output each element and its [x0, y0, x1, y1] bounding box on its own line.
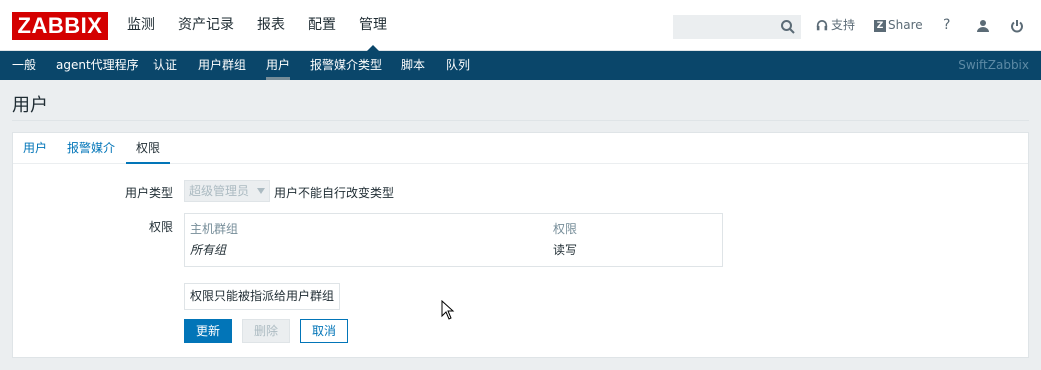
top-bar: ZABBIX 监测 资产记录 报表 配置 管理 支持 Z Share ? — [0, 0, 1041, 51]
main-menu-monitoring[interactable]: 监测 — [127, 0, 155, 51]
sub-menu-user-groups[interactable]: 用户群组 — [198, 51, 246, 80]
user-form-panel: 用户 报警媒介 权限 用户类型 超级管理员 用户不能自行改变类型 权限 主机群组… — [12, 132, 1029, 358]
search-input[interactable] — [673, 15, 801, 39]
update-button[interactable]: 更新 — [184, 319, 232, 343]
share-icon: Z — [874, 19, 886, 32]
server-name: SwiftZabbix — [958, 58, 1029, 72]
permissions-label: 权限 — [148, 220, 173, 234]
cancel-button[interactable]: 取消 — [300, 319, 348, 343]
share-link[interactable]: Z Share — [874, 0, 923, 51]
search-icon[interactable] — [780, 19, 796, 35]
power-icon — [1011, 19, 1023, 32]
logout-button[interactable] — [1010, 0, 1027, 51]
sub-menu-authentication[interactable]: 认证 — [153, 51, 177, 80]
main-menu-administration[interactable]: 管理 — [359, 0, 387, 51]
headset-icon — [816, 19, 828, 30]
sub-menu-media-types[interactable]: 报警媒介类型 — [310, 51, 382, 80]
sub-menu-users[interactable]: 用户 — [266, 51, 291, 80]
user-type-select: 超级管理员 — [184, 180, 270, 202]
tab-user[interactable]: 用户 — [23, 133, 47, 164]
tab-permissions[interactable]: 权限 — [126, 133, 171, 164]
main-menu-reports[interactable]: 报表 — [257, 0, 285, 51]
user-type-label: 用户类型 — [124, 186, 173, 200]
admin-sub-menu: 一般 agent代理程序 认证 用户群组 用户 报警媒介类型 脚本 队列 Swi… — [0, 51, 1041, 80]
column-header-host-group: 主机群组 — [190, 222, 239, 236]
user-type-value: 超级管理员 — [189, 184, 250, 198]
sub-menu-proxies[interactable]: agent代理程序 — [56, 51, 139, 80]
table-cell-permission: 读写 — [553, 243, 578, 257]
cursor-icon — [441, 300, 455, 320]
support-label: 支持 — [831, 18, 856, 32]
main-menu-configuration[interactable]: 配置 — [308, 0, 336, 51]
table-cell-group: 所有组 — [190, 243, 227, 257]
main-menu-inventory[interactable]: 资产记录 — [178, 0, 234, 51]
permissions-table: 主机群组 权限 所有组 读写 — [184, 213, 723, 267]
page-title: 用户 — [12, 95, 48, 116]
column-header-permission: 权限 — [553, 222, 578, 236]
sub-menu-general[interactable]: 一般 — [12, 51, 36, 80]
form-tabs: 用户 报警媒介 权限 — [13, 133, 1028, 164]
zabbix-logo[interactable]: ZABBIX — [12, 12, 108, 40]
main-menu: 监测 资产记录 报表 配置 管理 — [127, 0, 410, 51]
user-profile-button[interactable] — [976, 0, 993, 51]
delete-button: 删除 — [242, 319, 290, 343]
sub-menu-scripts[interactable]: 脚本 — [401, 51, 425, 80]
support-link[interactable]: 支持 — [816, 0, 855, 51]
user-icon — [977, 19, 989, 32]
title-divider — [12, 120, 1029, 121]
tab-media[interactable]: 报警媒介 — [67, 133, 115, 164]
share-label: Share — [888, 18, 923, 32]
assign-permissions-note: 权限只能被指派给用户群组 — [184, 283, 341, 310]
user-type-note: 用户不能自行改变类型 — [274, 186, 395, 200]
help-icon[interactable]: ? — [943, 0, 950, 51]
sub-menu-queue[interactable]: 队列 — [446, 51, 470, 80]
chevron-down-icon — [257, 188, 265, 194]
